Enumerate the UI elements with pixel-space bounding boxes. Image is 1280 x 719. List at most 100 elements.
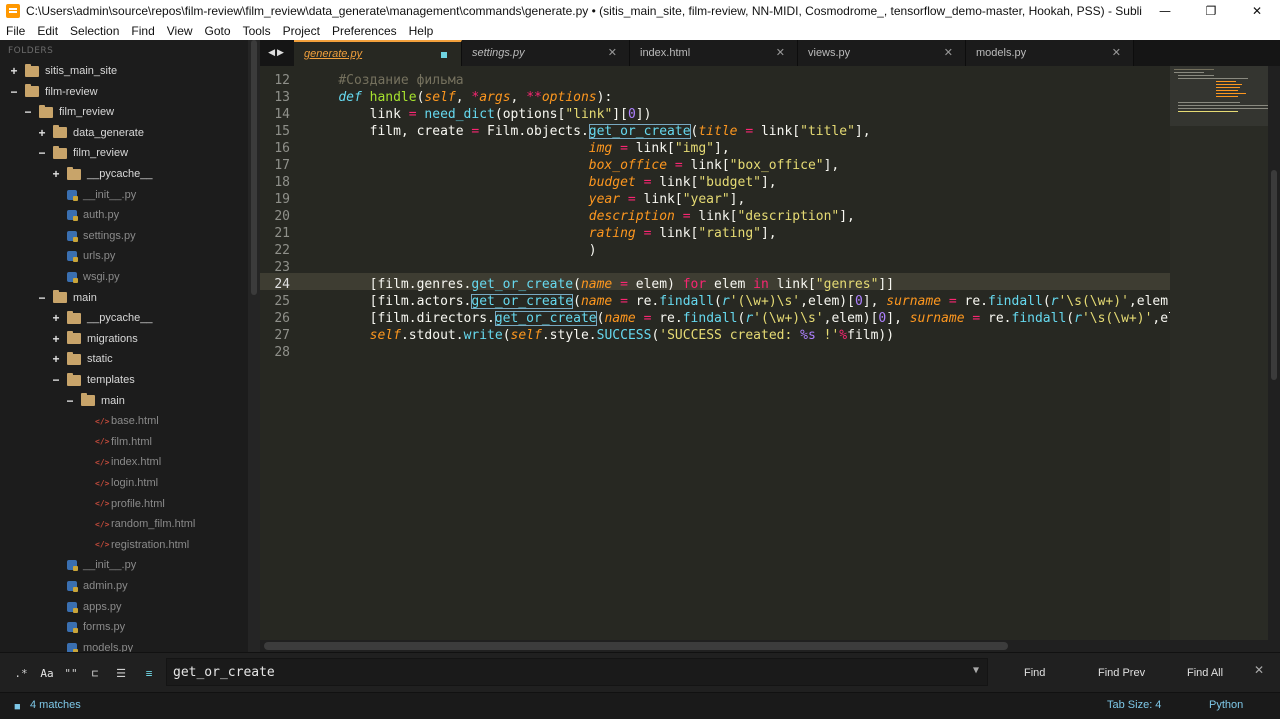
sidebar-file[interactable]: </> index.html: [95, 452, 161, 472]
collapse-icon[interactable]: −: [64, 394, 76, 408]
find-button[interactable]: Find: [1024, 663, 1045, 683]
sidebar-file[interactable]: models.py: [67, 638, 133, 652]
sidebar-file[interactable]: __init__.py: [67, 555, 136, 575]
chevron-down-icon[interactable]: ▼: [973, 665, 979, 676]
folder-icon: [25, 84, 39, 98]
sidebar-file[interactable]: </> registration.html: [95, 535, 189, 555]
expand-icon[interactable]: +: [36, 126, 48, 140]
sidebar-file[interactable]: settings.py: [67, 226, 136, 246]
editor-horizontal-scrollbar[interactable]: [260, 640, 1280, 652]
find-prev-button[interactable]: Find Prev: [1098, 663, 1145, 683]
line-number: 24: [274, 277, 290, 292]
menu-goto[interactable]: Goto: [199, 24, 237, 38]
sidebar-file[interactable]: wsgi.py: [67, 267, 120, 287]
menu-project[interactable]: Project: [277, 24, 326, 38]
sidebar-file[interactable]: urls.py: [67, 246, 115, 266]
highlight-matches-icon[interactable]: ≡: [138, 662, 160, 684]
line-number: 25: [274, 294, 290, 309]
sidebar-folder[interactable]: − film-review: [8, 82, 98, 102]
collapse-icon[interactable]: −: [36, 291, 48, 305]
tab-index-html[interactable]: index.html ✕: [630, 40, 798, 66]
sidebar-folder[interactable]: − main: [64, 391, 125, 411]
sidebar-folder[interactable]: − film_review: [22, 102, 114, 122]
menu-find[interactable]: Find: [125, 24, 160, 38]
close-icon[interactable]: ✕: [944, 46, 953, 59]
sidebar-folder[interactable]: + sitis_main_site: [8, 61, 117, 81]
sidebar-file[interactable]: </> base.html: [95, 411, 159, 431]
expand-icon[interactable]: +: [8, 64, 20, 78]
expand-icon[interactable]: +: [50, 311, 62, 325]
close-icon[interactable]: ✕: [776, 46, 785, 59]
close-icon[interactable]: ✕: [608, 46, 617, 59]
expand-icon[interactable]: +: [50, 167, 62, 181]
editor-scroll-thumb[interactable]: [1271, 170, 1277, 380]
collapse-icon[interactable]: −: [36, 146, 48, 160]
tab-nav-arrows-icon[interactable]: ◀▶: [260, 40, 294, 66]
sidebar-folder[interactable]: + static: [50, 349, 113, 369]
sidebar-folder[interactable]: + __pycache__: [50, 308, 152, 328]
sidebar-file[interactable]: apps.py: [67, 597, 122, 617]
sidebar-file[interactable]: forms.py: [67, 617, 125, 637]
sidebar-folder[interactable]: − film_review: [36, 143, 128, 163]
syntax-mode[interactable]: Python: [1209, 699, 1243, 711]
sidebar-file[interactable]: auth.py: [67, 205, 119, 225]
sidebar-file[interactable]: </> film.html: [95, 432, 152, 452]
status-indicator-icon[interactable]: ■: [14, 701, 24, 713]
minimap-line: [1178, 108, 1268, 109]
sidebar-file[interactable]: </> random_film.html: [95, 514, 195, 534]
close-icon[interactable]: ✕: [1254, 663, 1264, 677]
close-icon[interactable]: ✕: [1112, 46, 1121, 59]
sidebar-folder[interactable]: + migrations: [50, 329, 138, 349]
sidebar-scroll-thumb[interactable]: [251, 40, 257, 295]
editor-vertical-scrollbar[interactable]: [1268, 66, 1280, 640]
collapse-icon[interactable]: −: [22, 105, 34, 119]
minimap-line: [1178, 102, 1240, 103]
tab-models-py[interactable]: models.py ✕: [966, 40, 1134, 66]
expand-icon[interactable]: +: [50, 332, 62, 346]
case-sensitive-icon[interactable]: Aa: [36, 662, 58, 684]
find-input[interactable]: get_or_create ▼: [166, 658, 988, 686]
tab-settings-py[interactable]: settings.py ✕: [462, 40, 630, 66]
menu-help[interactable]: Help: [403, 24, 440, 38]
regex-icon[interactable]: .*: [10, 662, 32, 684]
tab-size[interactable]: Tab Size: 4: [1107, 699, 1161, 711]
whole-word-icon[interactable]: "": [60, 662, 82, 684]
unsaved-dot-icon[interactable]: [441, 52, 447, 58]
line-number: 18: [274, 175, 290, 190]
wrap-icon[interactable]: ⊏: [84, 662, 106, 684]
sidebar-folder[interactable]: − templates: [50, 370, 135, 390]
in-selection-icon[interactable]: ☰: [110, 662, 132, 684]
line-number: 28: [274, 345, 290, 360]
sidebar-file[interactable]: </> profile.html: [95, 494, 165, 514]
menu-file[interactable]: File: [0, 24, 31, 38]
code-area[interactable]: #Создание фильма def handle(self, *args,…: [307, 72, 1170, 361]
sidebar-file[interactable]: </> login.html: [95, 473, 158, 493]
editor-hscroll-thumb[interactable]: [264, 642, 1008, 650]
close-icon[interactable]: ✕: [1234, 0, 1280, 22]
menu-view[interactable]: View: [161, 24, 199, 38]
sidebar-scrollbar[interactable]: [248, 40, 260, 652]
find-all-button[interactable]: Find All: [1187, 663, 1223, 683]
minimize-icon[interactable]: —: [1142, 0, 1188, 22]
collapse-icon[interactable]: −: [8, 85, 20, 99]
menu-tools[interactable]: Tools: [237, 24, 277, 38]
collapse-icon[interactable]: −: [50, 373, 62, 387]
folder-icon: [53, 125, 67, 139]
sidebar-folder[interactable]: + __pycache__: [50, 164, 152, 184]
tab-label: models.py: [976, 47, 1027, 59]
menu-preferences[interactable]: Preferences: [326, 24, 403, 38]
menu-edit[interactable]: Edit: [31, 24, 64, 38]
sidebar-file[interactable]: admin.py: [67, 576, 128, 596]
sidebar-file[interactable]: __init__.py: [67, 185, 136, 205]
restore-icon[interactable]: ❐: [1188, 0, 1234, 22]
html-file-icon: </>: [95, 478, 110, 488]
tab-views-py[interactable]: views.py ✕: [798, 40, 966, 66]
expand-icon[interactable]: +: [50, 352, 62, 366]
sidebar-folder[interactable]: − main: [36, 288, 97, 308]
menu-selection[interactable]: Selection: [64, 24, 125, 38]
sidebar-folder[interactable]: + data_generate: [36, 123, 144, 143]
code-editor[interactable]: 12 13 14 15 16 17 18 19 20 21 22 23 24 25 26 27 28 #Созд…: [260, 66, 1170, 640]
tab-generate-py[interactable]: generate.py: [294, 40, 462, 66]
minimap[interactable]: [1170, 66, 1280, 640]
find-query: get_or_create: [173, 664, 275, 680]
